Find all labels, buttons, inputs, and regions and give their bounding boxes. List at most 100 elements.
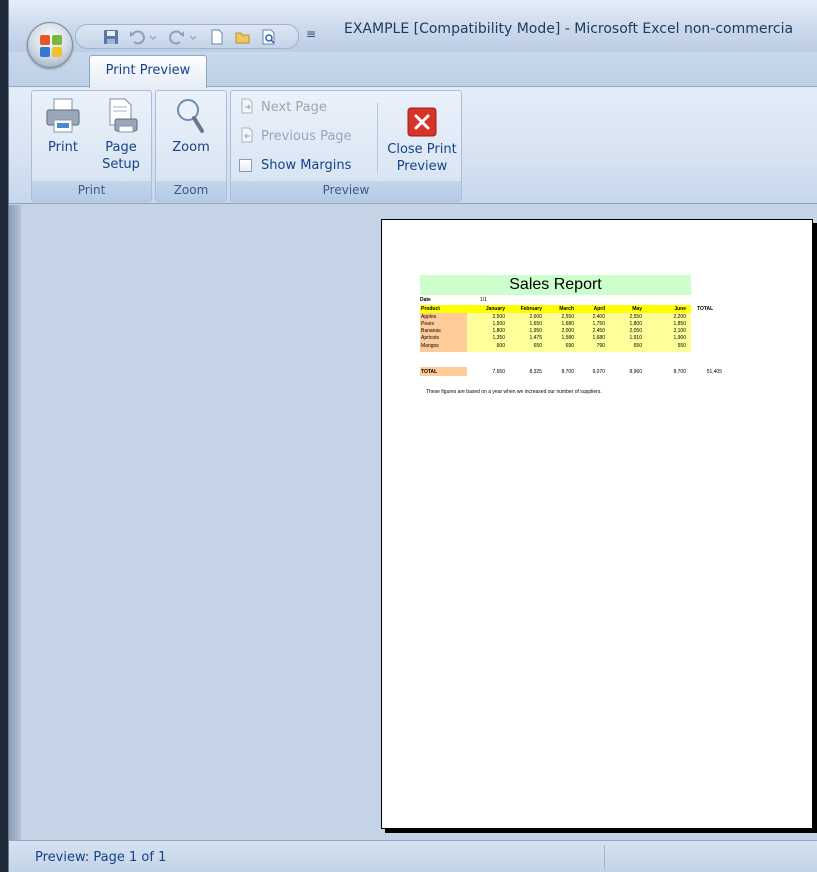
undo-icon[interactable]: [128, 28, 146, 46]
table-cell: 690: [565, 343, 574, 349]
date-label: Date: [420, 297, 431, 303]
table-cell: 2,600: [529, 314, 542, 320]
table-cell: 1,900: [673, 335, 686, 341]
table-cell: 1,680: [561, 321, 574, 327]
table-cell: 650: [533, 343, 542, 349]
magnifier-icon: [177, 99, 204, 133]
customize-quick-access-icon[interactable]: ≡: [306, 27, 316, 41]
zoom-button[interactable]: Zoom: [162, 97, 220, 156]
print-preview-icon[interactable]: [260, 28, 278, 46]
report-title: Sales Report: [420, 275, 691, 295]
table-cell: 600: [496, 343, 505, 349]
column-header: February: [520, 306, 542, 312]
next-page-label: Next Page: [261, 100, 327, 115]
redo-dropdown-icon[interactable]: [188, 28, 198, 46]
table-row-product: Pears: [421, 321, 435, 327]
status-divider: [604, 845, 605, 869]
column-header: June: [674, 306, 686, 312]
show-margins-label: Show Margins: [261, 158, 352, 173]
open-folder-icon[interactable]: [234, 28, 252, 46]
column-header: Product: [421, 306, 440, 312]
total-cell: 7,650: [492, 369, 505, 375]
preview-group: Next Page Previous Page Show Margins Clo…: [230, 90, 462, 202]
page-setup-icon: [109, 98, 138, 133]
column-header: May: [632, 306, 642, 312]
table-cell: 650: [633, 343, 642, 349]
print-button[interactable]: Print: [38, 97, 88, 156]
table-cell: 1,680: [592, 335, 605, 341]
zoom-group-label: Zoom: [156, 181, 226, 201]
table-cell: 1,800: [492, 328, 505, 334]
status-bar: Preview: Page 1 of 1: [9, 840, 817, 872]
undo-dropdown-icon[interactable]: [148, 28, 158, 46]
table-cell: 1,750: [592, 321, 605, 327]
total-cell: 8,700: [561, 369, 574, 375]
new-document-icon[interactable]: [208, 28, 226, 46]
quick-access-toolbar: [75, 24, 299, 49]
table-row-product: Mangos: [421, 343, 439, 349]
previous-page-icon: [241, 127, 253, 143]
zoom-group: Zoom Zoom: [155, 90, 227, 202]
close-label-2: Preview: [396, 159, 448, 174]
print-group-label: Print: [32, 181, 151, 201]
table-row-product: Apples: [421, 314, 437, 320]
table-cell: 790: [596, 343, 605, 349]
table-row-product: Bananas: [421, 328, 441, 334]
table-cell: 2,400: [592, 314, 605, 320]
redo-icon[interactable]: [168, 28, 186, 46]
show-margins-checkbox[interactable]: Show Margins: [239, 155, 351, 177]
total-cell: 9,070: [592, 369, 605, 375]
table-cell: 2,050: [629, 328, 642, 334]
close-label-1: Close Print: [387, 142, 457, 157]
page-setup-label-2: Setup: [102, 157, 140, 172]
tab-print-preview[interactable]: Print Preview: [89, 55, 207, 88]
previous-page-label: Previous Page: [261, 129, 352, 144]
close-print-preview-button[interactable]: Close Print Preview: [384, 107, 460, 175]
office-button[interactable]: [27, 22, 73, 68]
table-cell: 1,350: [492, 335, 505, 341]
preview-group-label: Preview: [231, 181, 461, 201]
table-cell: 550: [677, 343, 686, 349]
table-cell: 1,650: [529, 321, 542, 327]
date-value: 1/1: [480, 297, 487, 303]
next-page-button[interactable]: Next Page: [239, 97, 327, 119]
close-red-x-icon: [407, 107, 437, 137]
table-cell: 2,550: [629, 314, 642, 320]
left-scroll-edge: [9, 205, 21, 840]
next-page-icon: [241, 98, 253, 114]
table-cell: 2,200: [673, 314, 686, 320]
total-label: TOTAL: [421, 369, 438, 375]
ribbon: Print Page Setup Print Zoom Zoom Next Pa…: [9, 86, 817, 204]
previous-page-button[interactable]: Previous Page: [239, 126, 352, 148]
table-row-product: Apricots: [421, 335, 440, 341]
column-header: January: [485, 306, 505, 312]
page-setup-label-1: Page: [105, 140, 137, 155]
table-cell: 1,500: [492, 321, 505, 327]
footnote: These figures are based on a year when w…: [426, 389, 602, 395]
status-text: Preview: Page 1 of 1: [35, 850, 167, 865]
zoom-label: Zoom: [172, 140, 210, 155]
window-title: EXAMPLE [Compatibility Mode] - Microsoft…: [344, 21, 794, 37]
title-bar: ≡ EXAMPLE [Compatibility Mode] - Microso…: [9, 0, 817, 52]
total-cell: 8,700: [673, 369, 686, 375]
save-icon[interactable]: [102, 28, 120, 46]
table-cell: 2,000: [561, 328, 574, 334]
table-cell: 2,100: [673, 328, 686, 334]
total-cell: 8,960: [629, 369, 642, 375]
column-header: April: [593, 306, 605, 312]
checkbox-icon[interactable]: [239, 159, 252, 172]
column-header: TOTAL: [697, 306, 714, 312]
total-cell: 8,325: [529, 369, 542, 375]
printer-icon: [46, 98, 80, 133]
page-setup-button[interactable]: Page Setup: [94, 97, 148, 173]
table-cell: 2,500: [492, 314, 505, 320]
print-group: Print Page Setup Print: [31, 90, 152, 202]
excel-window: ≡ EXAMPLE [Compatibility Mode] - Microso…: [8, 0, 817, 872]
print-preview-page[interactable]: Sales Report Date 1/1 Product January Fe…: [381, 219, 813, 829]
print-label: Print: [48, 140, 78, 155]
table-cell: 1,580: [561, 335, 574, 341]
table-cell: 1,910: [629, 335, 642, 341]
table-cell: 2,450: [592, 328, 605, 334]
table-cell: 1,800: [629, 321, 642, 327]
table-cell: 1,475: [529, 335, 542, 341]
